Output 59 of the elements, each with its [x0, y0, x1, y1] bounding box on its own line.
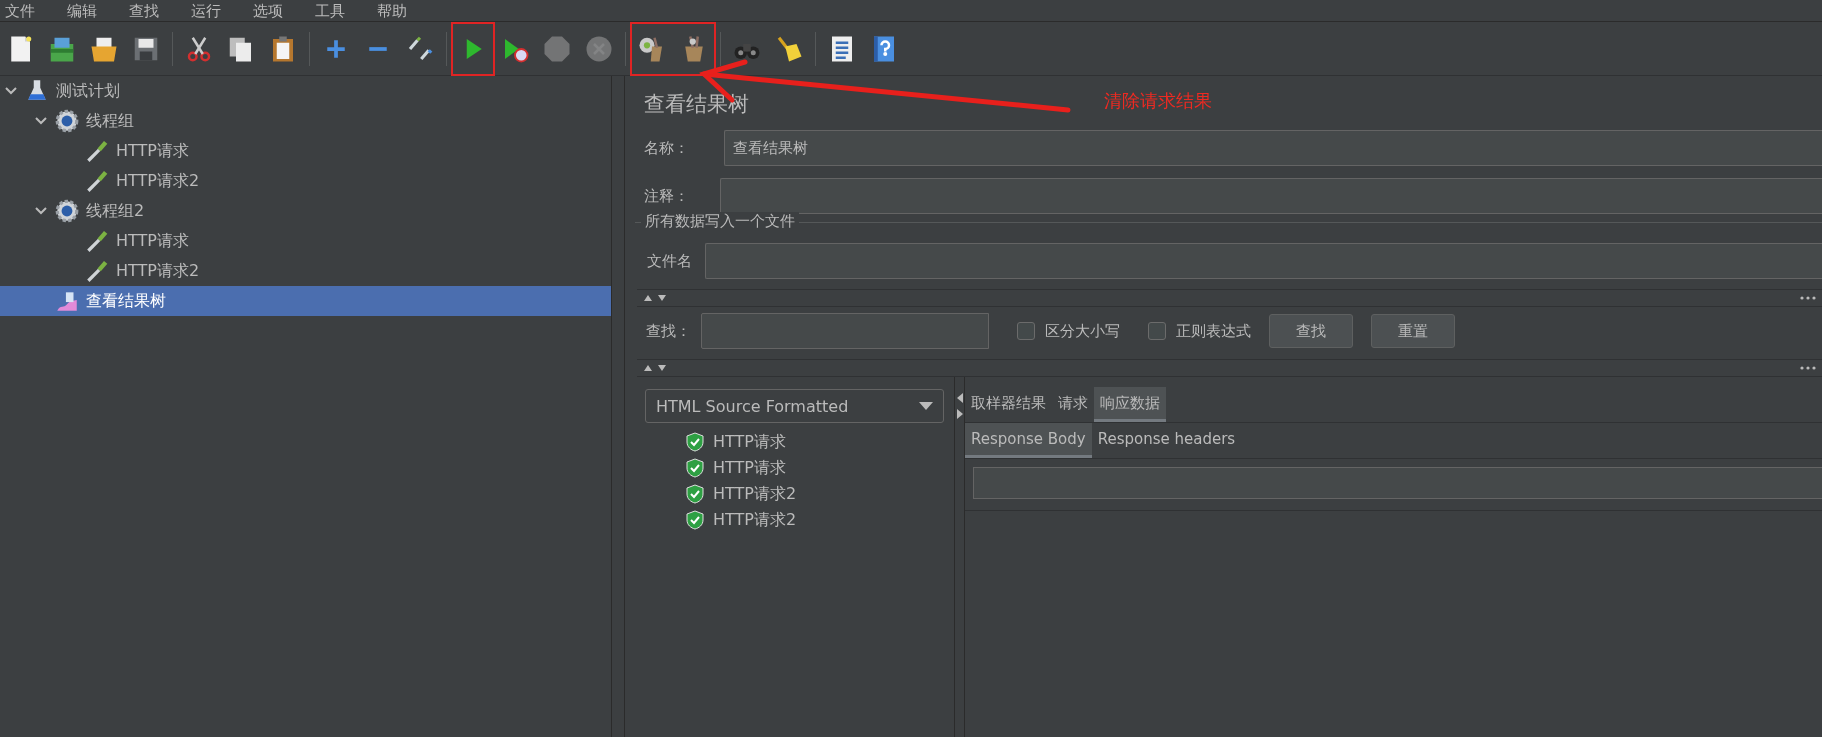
tree-item[interactable]: HTTP请求2 — [0, 166, 611, 196]
tree-item[interactable]: 线程组2 — [0, 196, 611, 226]
tree-item[interactable]: HTTP请求 — [0, 136, 611, 166]
menu-item[interactable]: 帮助 — [372, 1, 412, 20]
checkbox-label: 正则表达式 — [1176, 321, 1251, 341]
tab[interactable]: 请求 — [1052, 387, 1094, 422]
action-button[interactable]: 查找 — [1269, 314, 1353, 348]
result-item[interactable]: HTTP请求 — [645, 429, 944, 455]
tree-item[interactable]: HTTP请求2 — [0, 256, 611, 286]
annotation-text: 清除请求结果 — [1104, 89, 1212, 113]
tree-item[interactable]: HTTP请求 — [0, 226, 611, 256]
tree-item[interactable]: 查看结果树 — [0, 286, 611, 316]
checkbox[interactable] — [1148, 322, 1166, 340]
pen-icon — [84, 138, 110, 164]
grip-icon[interactable] — [1800, 296, 1816, 300]
tree-item[interactable]: 测试计划 — [0, 76, 611, 106]
field-label: 查找： — [646, 321, 691, 341]
checkbox[interactable] — [1017, 322, 1035, 340]
gear-icon — [54, 108, 80, 134]
shield-check-icon — [685, 510, 705, 530]
pen-icon — [84, 258, 110, 284]
field-label: 注释： — [644, 186, 690, 206]
shield-check-icon — [685, 484, 705, 504]
tab[interactable]: Response headers — [1091, 423, 1242, 458]
result-item[interactable]: HTTP请求 — [645, 455, 944, 481]
response-body-field[interactable] — [973, 467, 1822, 499]
result-item[interactable]: HTTP请求2 — [645, 507, 944, 533]
caret-icon — [919, 402, 933, 410]
grip-icon[interactable] — [1800, 366, 1816, 370]
section-title: 所有数据写入一个文件 — [641, 212, 799, 231]
menu-item[interactable]: 编辑 — [62, 1, 102, 20]
action-button[interactable]: 重置 — [1371, 314, 1455, 348]
shield-check-icon — [685, 458, 705, 478]
collapse-left-icon[interactable] — [956, 393, 963, 403]
filename-field[interactable] — [705, 243, 1822, 279]
arrows-icon[interactable] — [643, 364, 669, 372]
checkbox-label: 区分大小写 — [1045, 321, 1120, 341]
menu-item[interactable]: 选项 — [248, 1, 288, 20]
field-label: 文件名 — [647, 251, 693, 271]
pen-icon — [84, 228, 110, 254]
tab[interactable]: 取样器结果 — [965, 387, 1052, 422]
comment-field[interactable] — [720, 178, 1822, 214]
tab[interactable]: Response Body — [965, 423, 1092, 458]
name-field[interactable]: 查看结果树 — [724, 130, 1822, 166]
menu-item[interactable]: 文件 — [0, 1, 40, 20]
result-item[interactable]: HTTP请求2 — [645, 481, 944, 507]
tree-item[interactable]: 线程组 — [0, 106, 611, 136]
pen-icon — [84, 168, 110, 194]
field-label: 名称： — [644, 138, 690, 158]
search-field[interactable] — [701, 313, 989, 349]
collapse-right-icon[interactable] — [956, 409, 963, 419]
menu-item[interactable]: 工具 — [310, 1, 350, 20]
menu-item[interactable]: 查找 — [124, 1, 164, 20]
arrows-icon[interactable] — [643, 294, 669, 302]
shield-check-icon — [685, 432, 705, 452]
renderer-dropdown[interactable]: HTML Source Formatted — [645, 389, 944, 423]
menu-item[interactable]: 运行 — [186, 1, 226, 20]
gear-icon — [54, 198, 80, 224]
tab[interactable]: 响应数据 — [1094, 387, 1166, 422]
